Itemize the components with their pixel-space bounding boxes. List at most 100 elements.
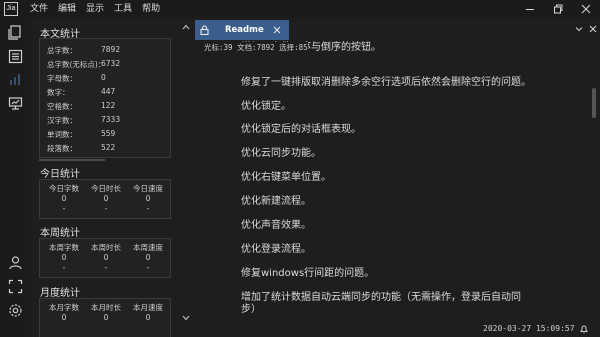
stat-sub: - <box>62 204 66 213</box>
menu-view[interactable]: 显示 <box>86 0 104 18</box>
menu-help[interactable]: 帮助 <box>142 0 160 18</box>
tab-close-icon[interactable] <box>273 26 281 34</box>
user-icon[interactable] <box>8 255 23 270</box>
stat-value: 0 <box>61 194 67 203</box>
minimize-button[interactable] <box>516 0 544 18</box>
restore-button[interactable] <box>544 0 572 18</box>
app-logo: Jia <box>4 2 18 16</box>
week-stat-col: 本周字数 0 - <box>44 243 84 273</box>
datetime-display: 2020-03-27 15:09:57 <box>483 324 575 333</box>
month-stat-col: 本月时长 0 <box>86 303 126 323</box>
close-button[interactable] <box>572 0 600 18</box>
stat-value: 7333 <box>101 115 121 124</box>
week-stats-title: 本周统计 <box>40 228 80 239</box>
outline-icon[interactable] <box>8 49 23 64</box>
status-bar: 2020-03-27 15:09:57 <box>193 321 600 337</box>
editor-area[interactable]: 增加了文件正序与倒序的按钮。 修复了一键排版取消删除多余空行选项后依然会删除空行… <box>193 40 589 321</box>
menu-tools[interactable]: 工具 <box>114 0 132 18</box>
tab-list-button[interactable] <box>574 24 584 34</box>
editor-scrollbar[interactable] <box>592 88 596 118</box>
stat-value: 0 <box>103 194 109 203</box>
scroll-down-arrow[interactable] <box>182 314 190 322</box>
editor-line: 步） <box>241 304 261 315</box>
lock-icon <box>200 25 209 36</box>
month-stat-col: 本月字数 0 <box>44 303 84 323</box>
stat-value: 7892 <box>101 45 121 54</box>
today-stats-box: 今日字数 0 - 今日时长 0 - 今日速度 0 - <box>39 179 171 219</box>
cursor-status: 光标:39 文档:7892 选择:85 <box>204 42 308 53</box>
month-stats-title: 月度统计 <box>40 288 80 299</box>
week-stat-col: 本周时长 0 - <box>86 243 126 273</box>
month-stats-box: 本月字数 0 本月时长 0 本月速度 0 <box>39 298 171 337</box>
tab-label: Readme <box>225 25 264 35</box>
tab-readme[interactable]: Readme <box>195 20 289 40</box>
editor-line: 修复windows行间距的问题。 <box>241 268 375 279</box>
today-stats-title: 今日统计 <box>40 169 80 180</box>
stat-label: 总字数(无标点)： <box>47 60 106 69</box>
stat-value: 0 <box>103 253 109 262</box>
stat-sub: - <box>146 204 150 213</box>
stat-label: 总字数： <box>47 46 77 55</box>
stat-label: 本月速度 <box>133 303 163 312</box>
editor-line: 优化新建流程。 <box>241 196 311 207</box>
stat-label: 本月字数 <box>49 303 79 312</box>
menu-edit[interactable]: 编辑 <box>58 0 76 18</box>
stats-panel: 本文统计 总字数： 7892 总字数(无标点)： 6732 字母数： 0 数字：… <box>31 18 193 337</box>
stat-label: 单词数： <box>47 130 77 139</box>
stat-value: 0 <box>145 194 151 203</box>
stat-sub: - <box>146 263 150 272</box>
editor-line: 优化锁定。 <box>241 101 291 112</box>
activity-bar <box>0 18 31 337</box>
week-stat-col: 本周速度 0 - <box>128 243 168 273</box>
editor-line: 优化登录流程。 <box>241 244 311 255</box>
tab-bar: Readme <box>193 18 600 40</box>
stat-value: 0 <box>61 313 67 322</box>
title-bar: Jia 文件 编辑 显示 工具 帮助 <box>0 0 600 18</box>
month-stat-col: 本月速度 0 <box>128 303 168 323</box>
stat-label: 今日时长 <box>91 184 121 193</box>
stat-label: 段落数： <box>47 144 77 153</box>
stat-label: 今日字数 <box>49 184 79 193</box>
stat-label: 数字： <box>47 88 70 97</box>
today-stat-col: 今日字数 0 - <box>44 184 84 214</box>
editor-line: 增加了统计数据自动云端同步的功能（无需操作，登录后自动同 <box>241 292 521 303</box>
chevron-down-icon <box>182 315 190 321</box>
scroll-up-arrow[interactable] <box>182 23 190 31</box>
close-icon <box>581 4 591 14</box>
minimize-icon <box>526 9 534 10</box>
restore-icon <box>554 4 563 14</box>
stat-label: 本周速度 <box>133 243 163 252</box>
chevron-up-icon <box>182 24 190 30</box>
today-stat-col: 今日时长 0 - <box>86 184 126 214</box>
stat-sub: - <box>104 263 108 272</box>
stat-label: 本周字数 <box>49 243 79 252</box>
menu-bar: 文件 编辑 显示 工具 帮助 <box>30 0 170 18</box>
stat-value: 122 <box>101 101 116 110</box>
fullscreen-icon[interactable] <box>8 279 23 294</box>
editor-line: 优化云同步功能。 <box>241 148 321 159</box>
today-stat-col: 今日速度 0 - <box>128 184 168 214</box>
bar-chart-icon[interactable] <box>8 72 23 87</box>
presentation-icon[interactable] <box>8 96 23 111</box>
stat-value: 0 <box>61 253 67 262</box>
stat-label: 空格数： <box>47 102 77 111</box>
stat-value: 6732 <box>101 59 121 68</box>
files-icon[interactable] <box>8 25 23 40</box>
editor-line: 优化声音效果。 <box>241 220 311 231</box>
menu-file[interactable]: 文件 <box>30 0 48 18</box>
stat-sub: - <box>62 263 66 272</box>
close-icon <box>589 25 597 33</box>
bell-icon[interactable] <box>579 324 589 334</box>
stat-value: 447 <box>101 87 116 96</box>
tab-close-all-button[interactable] <box>588 24 598 34</box>
editor-line: 修复了一键排版取消删除多余空行选项后依然会删除空行的问题。 <box>241 77 531 88</box>
stat-value: 0 <box>145 313 151 322</box>
text-stats-box: 总字数： 7892 总字数(无标点)： 6732 字母数： 0 数字： 447 … <box>39 38 171 158</box>
stat-value: 0 <box>101 73 106 82</box>
stat-value: 522 <box>101 143 116 152</box>
stat-value: 0 <box>103 313 109 322</box>
section-divider <box>39 159 105 161</box>
stat-sub: - <box>104 204 108 213</box>
stat-label: 本月时长 <box>91 303 121 312</box>
gear-icon[interactable] <box>8 303 23 318</box>
